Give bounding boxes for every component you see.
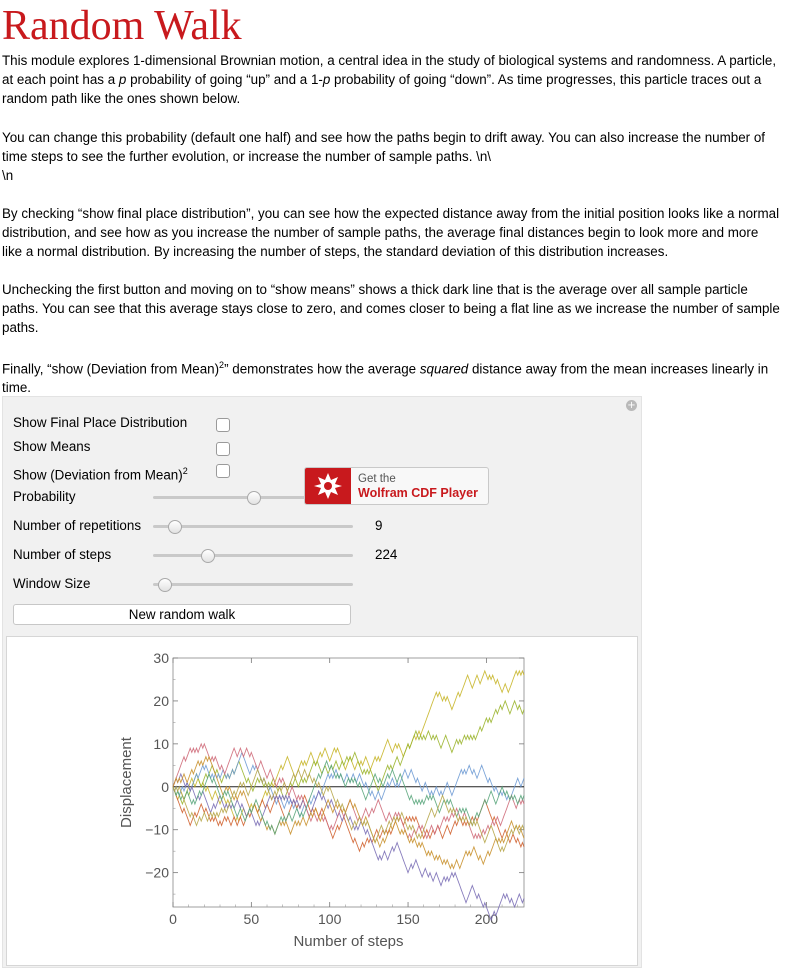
steps-slider-track[interactable] xyxy=(153,554,353,557)
plot-frame xyxy=(172,657,525,908)
distribution-paragraph: By checking “show final place distributi… xyxy=(2,206,780,259)
show-means-label: Show Means xyxy=(13,439,91,454)
walk-series-line xyxy=(172,772,525,922)
walk-series-line xyxy=(172,755,525,870)
x-tick-label: 50 xyxy=(244,911,260,927)
repetitions-value: 9 xyxy=(375,518,383,533)
x-tick-label: 0 xyxy=(169,911,177,927)
y-tick-label: 10 xyxy=(153,736,169,752)
y-axis-label: Displacement xyxy=(118,736,135,828)
new-random-walk-button[interactable]: New random walk xyxy=(13,604,351,625)
window-size-slider-track[interactable] xyxy=(153,583,353,586)
window-size-label: Window Size xyxy=(13,576,91,591)
x-tick-label: 150 xyxy=(396,911,420,927)
repetitions-slider-thumb[interactable] xyxy=(168,520,182,534)
y-tick-label: −20 xyxy=(145,865,169,881)
wolfram-spikey-icon xyxy=(305,468,351,504)
probability-paragraph: You can change this probability (default… xyxy=(2,128,782,185)
show-means-checkbox[interactable] xyxy=(216,442,230,456)
walk-series-line xyxy=(172,768,525,853)
steps-slider-thumb[interactable] xyxy=(201,549,215,563)
window-size-slider-thumb[interactable] xyxy=(158,578,172,592)
panel-options-icon[interactable]: + xyxy=(626,400,637,411)
cdf-get-text: Get the xyxy=(358,473,396,485)
probability-label: Probability xyxy=(13,489,76,504)
repetitions-slider-track[interactable] xyxy=(153,525,353,528)
escape-text: \n xyxy=(2,168,14,183)
show-final-checkbox[interactable] xyxy=(216,418,230,432)
x-tick-label: 100 xyxy=(318,911,342,927)
walk-series-line xyxy=(172,742,525,840)
show-deviation-checkbox[interactable] xyxy=(216,464,230,478)
y-tick-label: 0 xyxy=(161,779,169,795)
cdf-player-name: Wolfram CDF Player xyxy=(358,486,478,500)
deviation-paragraph: Finally, “show (Deviation from Mean)2” d… xyxy=(2,360,769,396)
walk-series-line xyxy=(172,786,525,853)
y-tick-label: 30 xyxy=(153,650,169,666)
steps-label: Number of steps xyxy=(13,547,112,562)
intro-paragraph: This module explores 1-dimensional Brown… xyxy=(2,53,777,106)
show-deviation-label: Show (Deviation from Mean)2 xyxy=(13,466,188,483)
show-final-label: Show Final Place Distribution xyxy=(13,415,188,430)
random-walk-plot: 0 50 100 150 200 30 20 10 0 −10 −20 Number of steps… xyxy=(6,636,638,966)
x-axis-label: Number of steps xyxy=(293,933,403,950)
probability-slider-thumb[interactable] xyxy=(247,491,261,505)
walk-series-line xyxy=(172,669,525,823)
y-tick-label: 20 xyxy=(153,693,169,709)
page-title: Random Walk xyxy=(2,3,242,49)
steps-value: 224 xyxy=(375,547,398,562)
cdf-player-button[interactable]: Get the Wolfram CDF Player xyxy=(304,467,489,505)
means-paragraph: Unchecking the first button and moving o… xyxy=(2,282,780,335)
y-tick-label: −10 xyxy=(145,822,169,838)
random-walk-chart: 0 50 100 150 2003020100−10−20Number of steps… xyxy=(118,650,525,950)
repetitions-label: Number of repetitions xyxy=(13,518,142,533)
